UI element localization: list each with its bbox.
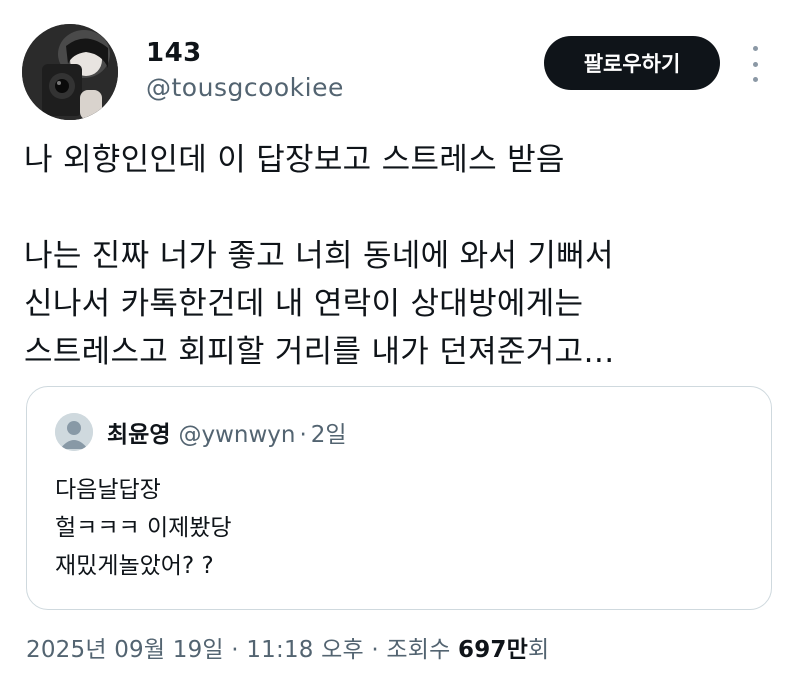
views-label: 조회수 bbox=[386, 637, 451, 663]
quote-timestamp[interactable]: 2일 bbox=[311, 422, 347, 448]
more-dot bbox=[752, 61, 758, 67]
author-handle[interactable]: @tousgcookiee bbox=[146, 73, 344, 102]
quote-header: 최윤영 @ywnwyn · 2일 bbox=[107, 415, 347, 449]
more-options-icon[interactable] bbox=[744, 46, 766, 82]
author-display-name[interactable]: 143 bbox=[146, 38, 202, 68]
more-dot bbox=[752, 46, 758, 51]
tweet-date[interactable]: 2025년 09월 19일 bbox=[26, 637, 224, 663]
quote-text: 다음날답장 헐ㅋㅋㅋ 이제봤당 재밌게놀았어? ? bbox=[55, 477, 232, 579]
tweet-meta: 2025년 09월 19일 · 11:18 오후 · 조회수 697만회 bbox=[26, 630, 549, 664]
views-suffix: 회 bbox=[527, 637, 550, 663]
author-avatar[interactable] bbox=[22, 24, 118, 120]
meta-separator: · bbox=[371, 637, 379, 663]
quoted-tweet-card[interactable]: 최윤영 @ywnwyn · 2일 다음날답장 헐ㅋㅋㅋ 이제봤당 재밌게놀았어? ? bbox=[26, 386, 772, 610]
more-dot bbox=[752, 77, 758, 82]
views-count: 697만 bbox=[458, 637, 528, 663]
quote-avatar[interactable] bbox=[55, 413, 93, 451]
quote-separator: · bbox=[299, 422, 307, 448]
quote-handle[interactable]: @ywnwyn bbox=[178, 422, 295, 448]
tweet-text: 나 외향인인데 이 답장보고 스트레스 받음 나는 진짜 너가 좋고 너희 동네… bbox=[24, 142, 615, 370]
default-avatar-icon bbox=[55, 413, 93, 451]
meta-separator: · bbox=[231, 637, 239, 663]
tweet-time[interactable]: 11:18 오후 bbox=[246, 637, 364, 663]
follow-button[interactable]: 팔로우하기 bbox=[544, 36, 720, 90]
quote-display-name[interactable]: 최윤영 bbox=[107, 422, 170, 448]
profile-photo-icon bbox=[22, 24, 118, 120]
